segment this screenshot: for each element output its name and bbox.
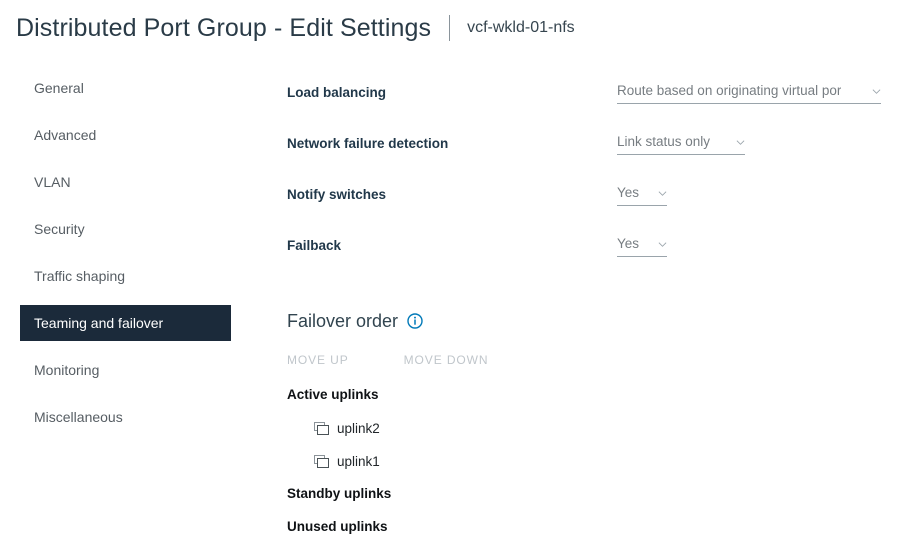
page-title: Distributed Port Group - Edit Settings	[16, 14, 431, 43]
notify-switches-value: Yes	[617, 184, 639, 201]
uplink-adapter-icon	[314, 422, 329, 435]
form-row-notify-switches: Notify switches Yes	[287, 172, 887, 223]
move-down-button[interactable]: MOVE DOWN	[404, 353, 489, 367]
failback-label: Failback	[287, 238, 341, 253]
failback-value: Yes	[617, 235, 639, 252]
list-item[interactable]: uplink2	[314, 417, 887, 439]
sidebar-item-general[interactable]: General	[20, 70, 231, 106]
notify-switches-select[interactable]: Yes	[617, 184, 667, 206]
network-failure-detection-label: Network failure detection	[287, 136, 448, 151]
form-row-load-balancing: Load balancing Route based on originatin…	[287, 70, 887, 121]
network-failure-detection-select[interactable]: Link status only	[617, 133, 745, 155]
form-row-failback: Failback Yes	[287, 223, 887, 274]
list-item[interactable]: uplink1	[314, 450, 887, 472]
sidebar-item-monitoring[interactable]: Monitoring	[20, 352, 231, 388]
move-up-button[interactable]: MOVE UP	[287, 353, 349, 367]
page-header: Distributed Port Group - Edit Settings v…	[0, 0, 906, 56]
sidebar-item-vlan[interactable]: VLAN	[20, 164, 231, 200]
group-label-unused-uplinks: Unused uplinks	[287, 516, 887, 538]
sidebar-item-label: Teaming and failover	[34, 315, 163, 331]
failover-order-header: Failover order	[287, 308, 887, 334]
failover-order-title: Failover order	[287, 311, 398, 332]
group-label-active-uplinks: Active uplinks	[287, 384, 887, 406]
load-balancing-label: Load balancing	[287, 85, 386, 100]
chevron-down-icon	[658, 189, 667, 198]
load-balancing-select[interactable]: Route based on originating virtual por	[617, 82, 881, 104]
teaming-failover-form: Load balancing Route based on originatin…	[287, 70, 887, 274]
info-circle-icon[interactable]	[407, 313, 423, 329]
failover-order-section: Failover order MOVE UP MOVE DOWN Active …	[287, 308, 887, 538]
sidebar-item-traffic-shaping[interactable]: Traffic shaping	[20, 258, 231, 294]
move-buttons-bar: MOVE UP MOVE DOWN	[287, 352, 887, 368]
chevron-down-icon	[658, 240, 667, 249]
group-label-standby-uplinks: Standby uplinks	[287, 483, 887, 505]
sidebar-item-label: Security	[34, 221, 85, 237]
form-row-network-failure-detection: Network failure detection Link status on…	[287, 121, 887, 172]
uplink-adapter-icon	[314, 455, 329, 468]
chevron-down-icon	[872, 87, 881, 96]
sidebar-item-security[interactable]: Security	[20, 211, 231, 247]
sidebar-item-label: Advanced	[34, 127, 96, 143]
sidebar-item-label: VLAN	[34, 174, 71, 190]
sidebar-item-label: Traffic shaping	[34, 268, 125, 284]
sidebar-item-label: Monitoring	[34, 362, 99, 378]
chevron-down-icon	[736, 138, 745, 147]
uplink-groups-list: Active uplinks uplink2 uplink1 Standby u…	[287, 384, 887, 538]
sidebar-item-label: General	[34, 80, 84, 96]
sidebar-item-advanced[interactable]: Advanced	[20, 117, 231, 153]
sidebar-item-teaming-and-failover[interactable]: Teaming and failover	[20, 305, 231, 341]
header-divider	[449, 15, 450, 41]
sidebar-item-label: Miscellaneous	[34, 409, 123, 425]
network-failure-detection-value: Link status only	[617, 133, 710, 150]
page-subtitle: vcf-wkld-01-nfs	[467, 19, 575, 37]
sidebar-item-miscellaneous[interactable]: Miscellaneous	[20, 399, 231, 435]
load-balancing-value: Route based on originating virtual por	[617, 82, 841, 99]
notify-switches-label: Notify switches	[287, 187, 386, 202]
uplink-name: uplink1	[337, 454, 380, 469]
settings-sidebar: General Advanced VLAN Security Traffic s…	[20, 70, 231, 446]
uplink-name: uplink2	[337, 421, 380, 436]
failback-select[interactable]: Yes	[617, 235, 667, 257]
